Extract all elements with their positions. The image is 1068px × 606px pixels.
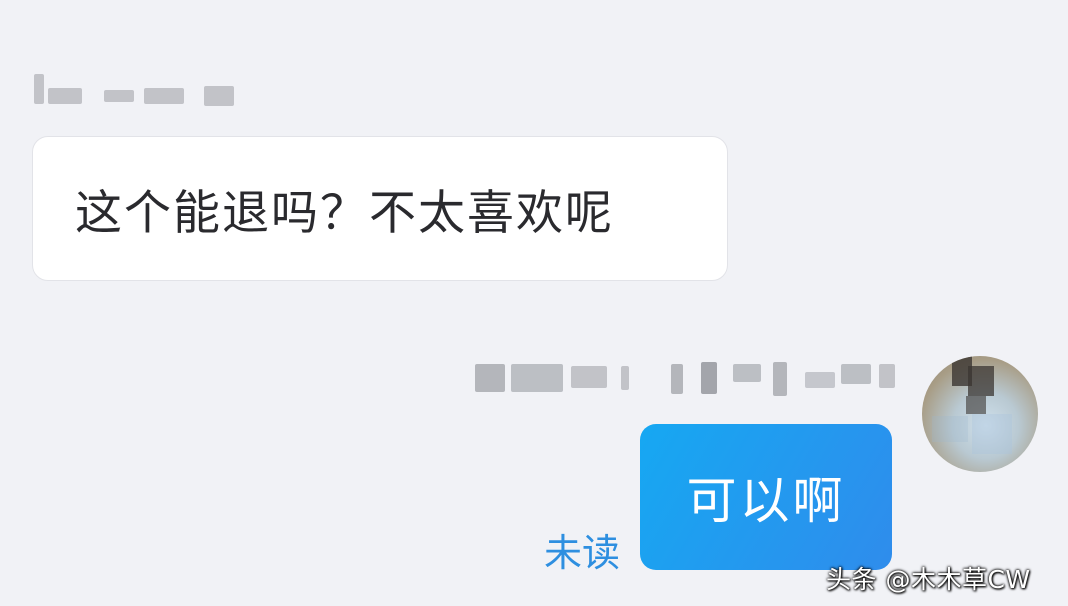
- watermark-text: 头条 @木木草CW: [826, 565, 1031, 594]
- incoming-sender-name-redacted: [34, 72, 234, 106]
- user-avatar-icon[interactable]: [922, 356, 1038, 472]
- outgoing-message-bubble[interactable]: 可以啊: [640, 424, 892, 570]
- outgoing-message-text: 可以啊: [686, 472, 846, 530]
- incoming-message-text: 这个能退吗？不太喜欢呢: [75, 186, 614, 241]
- read-status-label: 未读: [544, 531, 621, 575]
- outgoing-sender-name-redacted: [475, 358, 905, 398]
- incoming-message-bubble[interactable]: 这个能退吗？不太喜欢呢: [32, 136, 728, 281]
